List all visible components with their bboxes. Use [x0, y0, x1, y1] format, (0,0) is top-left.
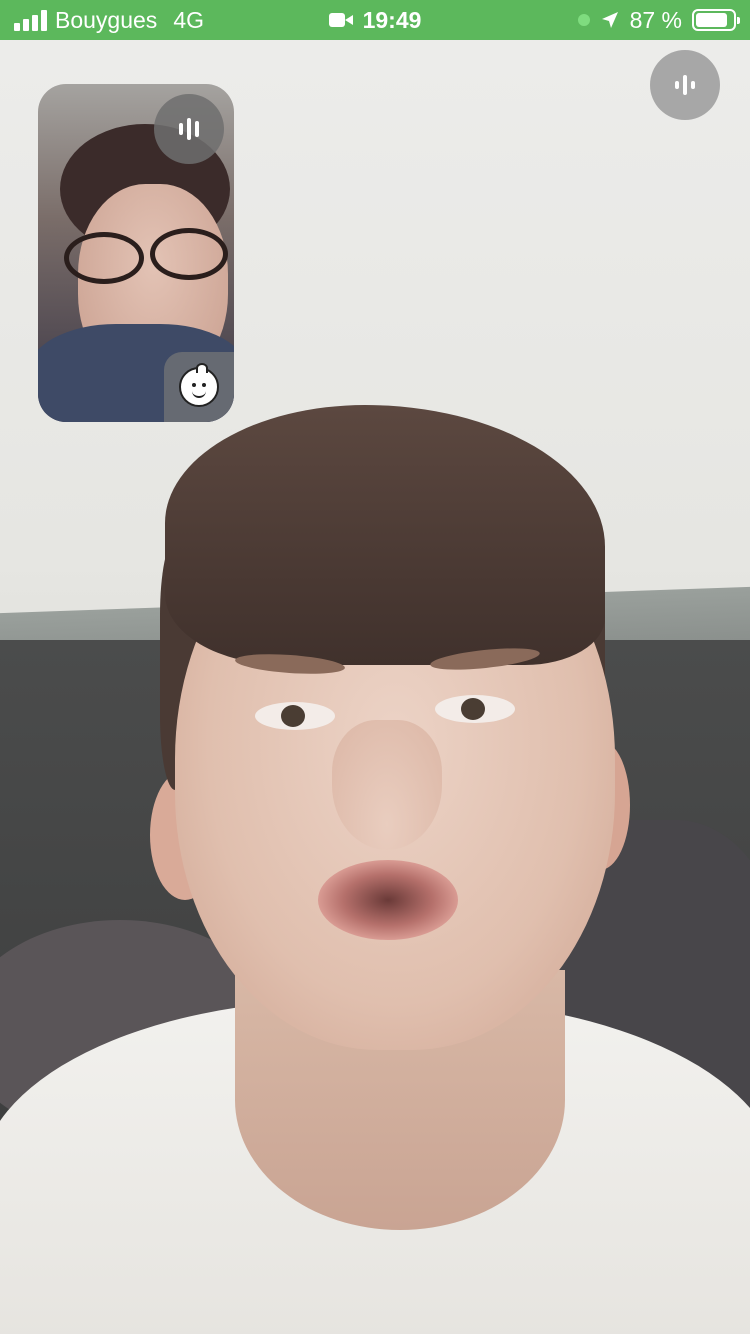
battery-icon	[692, 9, 740, 31]
remote-audio-button[interactable]	[650, 50, 720, 120]
green-dot-icon	[577, 14, 590, 26]
self-audio-button[interactable]	[154, 94, 224, 164]
effects-button[interactable]	[164, 352, 234, 422]
status-bar: Bouygues 4G 19:49 87 %	[0, 0, 750, 40]
audio-bars-icon	[179, 118, 199, 140]
memoji-baby-icon	[179, 363, 219, 407]
self-preview-tile[interactable]	[38, 84, 234, 422]
status-time: 19:49	[362, 6, 422, 33]
audio-bars-icon	[675, 75, 695, 95]
video-camera-icon	[328, 12, 353, 28]
battery-percent: 87 %	[629, 6, 682, 33]
location-arrow-icon	[601, 12, 618, 28]
